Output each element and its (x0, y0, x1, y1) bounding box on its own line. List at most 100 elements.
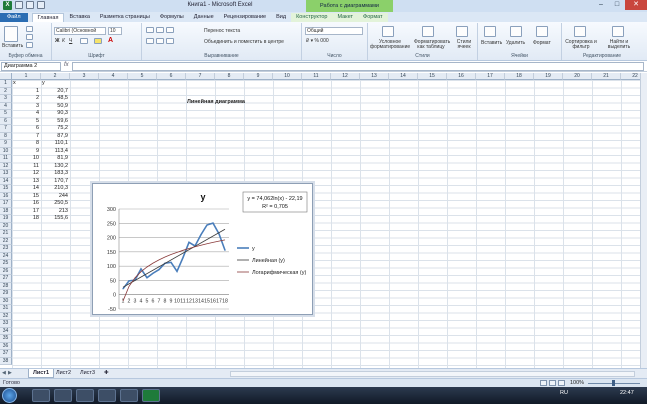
x-value-cell[interactable]: 12 (12, 170, 39, 178)
x-value-cell[interactable]: 4 (12, 110, 39, 118)
x-value-cell[interactable]: 8 (12, 140, 39, 148)
column-header[interactable]: 14 (389, 73, 418, 80)
row-header[interactable]: 19 (0, 215, 12, 223)
x-value-cell[interactable]: 2 (12, 95, 39, 103)
column-header[interactable]: 13 (360, 73, 389, 80)
font-name-select[interactable]: Calibri (Основной (54, 27, 106, 35)
tab-10[interactable]: Формат (358, 13, 388, 22)
column-header[interactable]: 17 (476, 73, 505, 80)
vertical-scrollbar[interactable] (640, 73, 647, 368)
row-header[interactable]: 30 (0, 297, 12, 305)
row-header[interactable]: 29 (0, 290, 12, 298)
copy-icon[interactable] (26, 34, 33, 40)
row-header[interactable]: 22 (0, 237, 12, 245)
align-bottom-icon[interactable] (166, 27, 174, 33)
fill-color-icon[interactable] (94, 38, 102, 44)
y-value-cell[interactable]: 81,9 (41, 155, 68, 163)
y-value-cell[interactable]: 250,5 (41, 200, 68, 208)
y-value-cell[interactable]: 113,4 (41, 148, 68, 156)
next-sheet-icon[interactable]: ▶ (8, 370, 13, 376)
align-middle-icon[interactable] (156, 27, 164, 33)
y-value-cell[interactable]: 155,6 (41, 215, 68, 223)
row-header[interactable]: 8 (0, 132, 12, 140)
bold-button[interactable]: Ж (55, 38, 60, 44)
undo-icon[interactable] (26, 1, 34, 9)
align-center-icon[interactable] (156, 38, 164, 44)
row-header[interactable]: 16 (0, 192, 12, 200)
select-all-corner[interactable] (0, 73, 12, 80)
y-value-cell[interactable]: 244 (41, 193, 68, 201)
align-left-icon[interactable] (146, 38, 154, 44)
number-format-select[interactable]: Общий (305, 27, 363, 35)
y-value-cell[interactable]: 50,9 (41, 103, 68, 111)
taskbar-excel-icon[interactable] (142, 389, 160, 402)
row-header[interactable]: 34 (0, 327, 12, 335)
sheet-tab-3[interactable]: Лист3 (76, 369, 99, 378)
column-header[interactable]: 11 (302, 73, 331, 80)
start-button[interactable] (2, 388, 17, 403)
format-as-table-button[interactable]: Форматировать как таблицу (414, 40, 450, 50)
y-value-cell[interactable]: 183,3 (41, 170, 68, 178)
cell-styles-button[interactable]: Стили ячеек (452, 40, 476, 50)
normal-view-icon[interactable] (540, 380, 547, 386)
y-value-cell[interactable]: 59,6 (41, 118, 68, 126)
x-value-cell[interactable]: 17 (12, 208, 39, 216)
column-header[interactable]: 10 (273, 73, 302, 80)
row-header[interactable]: 27 (0, 275, 12, 283)
tab-8[interactable]: Конструктор (291, 13, 333, 22)
header-x-cell[interactable]: x (13, 80, 16, 88)
tab-0[interactable]: Файл (0, 13, 28, 22)
row-header[interactable]: 24 (0, 252, 12, 260)
language-indicator[interactable]: RU (560, 390, 568, 396)
row-header[interactable]: 18 (0, 207, 12, 215)
font-size-select[interactable]: 10 (108, 27, 122, 35)
row-header[interactable]: 6 (0, 117, 12, 125)
tab-2[interactable]: Вставка (64, 13, 94, 22)
sheet-tab-2[interactable]: Лист2 (52, 369, 75, 378)
find-select-button[interactable]: Найти и выделить (602, 40, 636, 50)
row-header[interactable]: 38 (0, 357, 12, 365)
y-value-cell[interactable]: 48,5 (41, 95, 68, 103)
close-icon[interactable]: ✕ (625, 0, 647, 10)
tab-5[interactable]: Данные (189, 13, 219, 22)
column-header[interactable]: 12 (331, 73, 360, 80)
cell-styles-icon[interactable] (456, 26, 468, 37)
row-header[interactable]: 5 (0, 110, 12, 118)
tab-9[interactable]: Макет (332, 13, 359, 22)
taskbar-app-icon[interactable] (98, 389, 116, 402)
row-header[interactable]: 17 (0, 200, 12, 208)
insert-cells-button[interactable]: Вставить (481, 40, 502, 46)
y-value-cell[interactable]: 130,2 (41, 163, 68, 171)
name-box[interactable]: Диаграмма 2 (1, 62, 61, 71)
row-header[interactable]: 12 (0, 162, 12, 170)
x-value-cell[interactable]: 16 (12, 200, 39, 208)
column-header[interactable]: 8 (215, 73, 244, 80)
paste-button[interactable]: Вставить (2, 43, 23, 49)
y-value-cell[interactable]: 75,2 (41, 125, 68, 133)
align-right-icon[interactable] (166, 38, 174, 44)
find-select-icon[interactable] (612, 26, 624, 37)
merge-center-button[interactable]: Объединить и поместить в центре (204, 39, 284, 45)
x-value-cell[interactable]: 13 (12, 178, 39, 186)
format-cells-button[interactable]: Формат (533, 40, 551, 46)
underline-button[interactable]: Ч (69, 38, 72, 44)
column-header[interactable]: 22 (621, 73, 640, 80)
taskbar-app-icon[interactable] (76, 389, 94, 402)
header-y-cell[interactable]: y (42, 80, 45, 88)
borders-icon[interactable] (80, 38, 88, 44)
column-header[interactable]: 7 (186, 73, 215, 80)
y-value-cell[interactable]: 110,1 (41, 140, 68, 148)
taskbar-app-icon[interactable] (32, 389, 50, 402)
column-header[interactable]: 20 (563, 73, 592, 80)
taskbar-app-icon[interactable] (54, 389, 72, 402)
formula-input[interactable] (72, 62, 644, 71)
horizontal-scrollbar[interactable] (230, 371, 635, 377)
redo-icon[interactable] (37, 1, 45, 9)
x-value-cell[interactable]: 7 (12, 133, 39, 141)
y-value-cell[interactable]: 170,7 (41, 178, 68, 186)
column-header[interactable]: 9 (244, 73, 273, 80)
row-header[interactable]: 26 (0, 267, 12, 275)
chart-object[interactable]: 300 250 200 150 100 50 0 -50 1 2 3 4 5 6 7 8 9 10 11 12 13 14… (92, 183, 313, 315)
row-header[interactable]: 14 (0, 177, 12, 185)
align-top-icon[interactable] (146, 27, 154, 33)
